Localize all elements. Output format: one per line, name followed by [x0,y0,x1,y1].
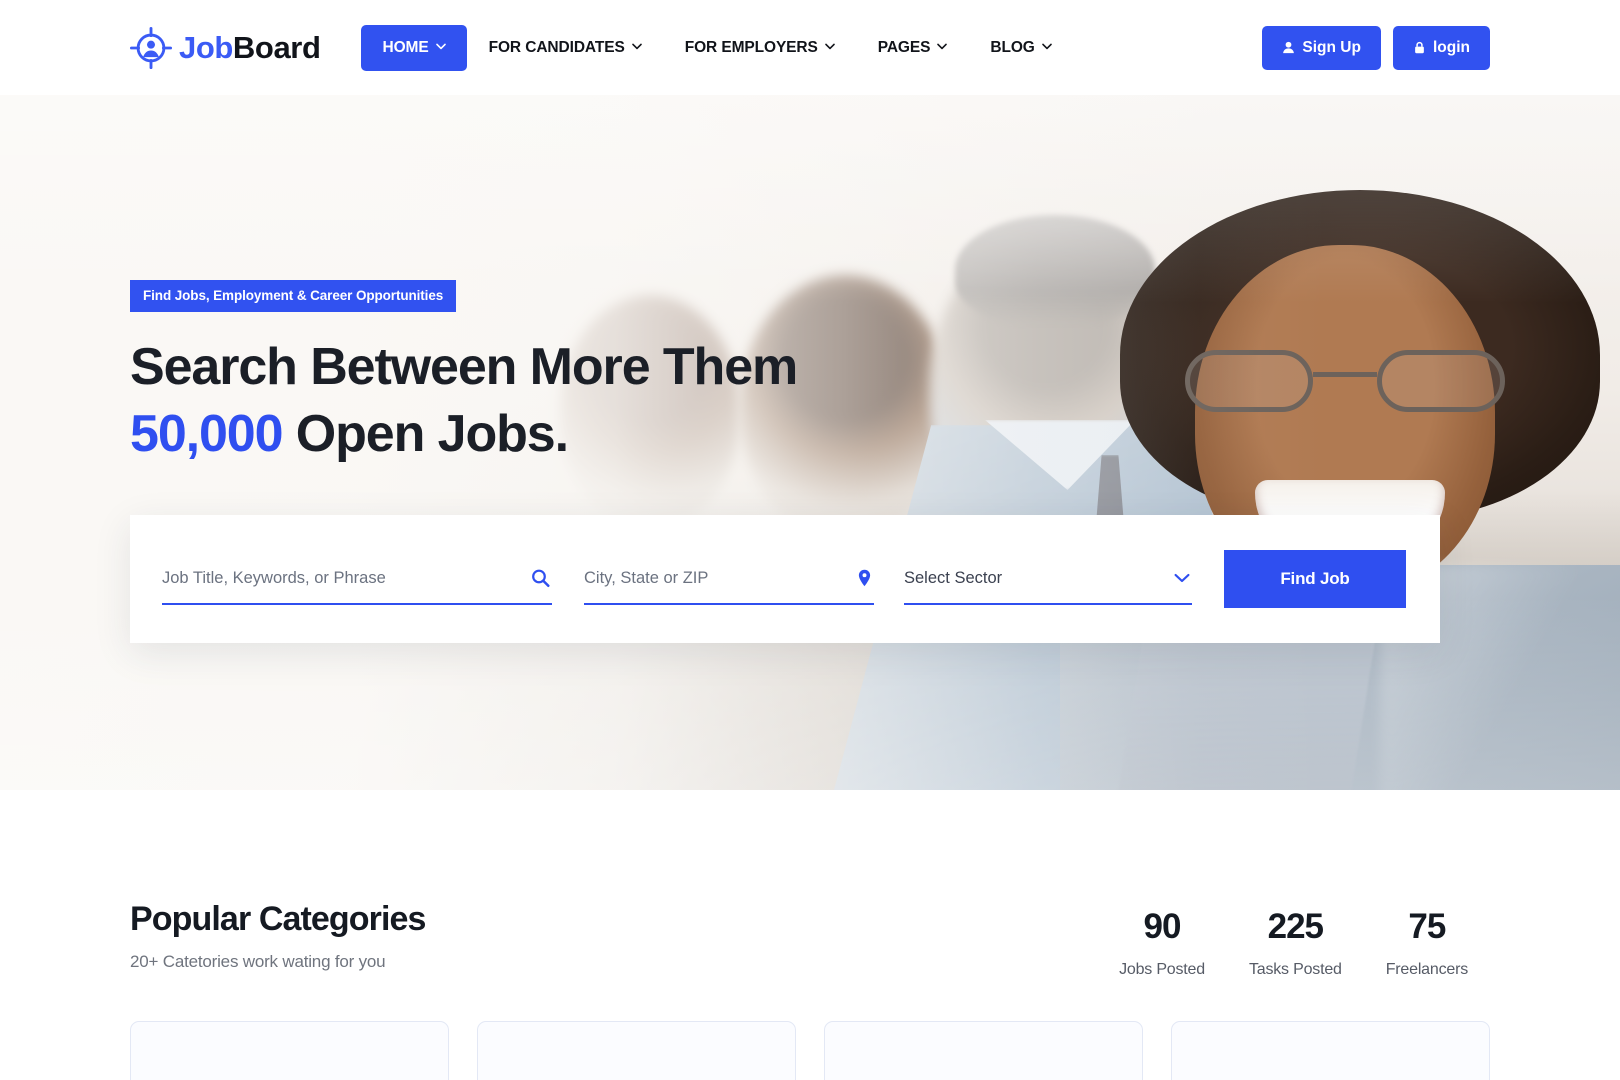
login-button[interactable]: login [1392,25,1490,70]
user-icon [1282,41,1295,54]
category-card[interactable] [1171,1020,1490,1080]
nav-item-label: PAGES [877,38,931,56]
site-header: JobBoard HOME FOR CANDIDATES FOR EMPLOYE… [0,0,1620,95]
location-input[interactable] [584,553,874,604]
keyword-field[interactable] [162,553,552,606]
sign-up-label: Sign Up [1302,38,1361,56]
hero-title-highlight: 50,000 [130,404,284,463]
stat-label: Jobs Posted [1119,960,1205,978]
stats-group: 90 Jobs Posted 225 Tasks Posted 75 Freel… [1097,900,1490,979]
popular-categories-section: Popular Categories 20+ Catetories work w… [0,790,1620,979]
brand-name-part2: Board [232,30,321,65]
categories-subtitle: 20+ Catetories work wating for you [130,952,386,971]
main-navigation: HOME FOR CANDIDATES FOR EMPLOYERS PAGES … [360,24,1073,71]
category-card-row [0,1020,1620,1080]
category-card[interactable] [130,1020,449,1080]
nav-item-for-candidates[interactable]: FOR CANDIDATES [467,25,663,71]
hero-title-line1: Search Between More Them [130,338,798,396]
chevron-down-icon [631,43,642,52]
location-field[interactable] [584,553,874,606]
sector-field[interactable]: Select Sector [904,553,1192,606]
hero-section: Find Jobs, Employment & Career Opportuni… [0,95,1620,790]
target-user-icon [130,26,172,69]
stat-number: 75 [1408,907,1446,946]
search-input[interactable] [162,553,552,604]
nav-item-label: HOME [382,38,429,56]
brand-name-part1: Job [179,30,233,65]
page-title: Popular Categories [130,900,426,938]
brand-name: JobBoard [179,32,321,63]
stat-tasks-posted: 225 Tasks Posted [1227,907,1364,979]
nav-item-home[interactable]: HOME [360,24,467,71]
chevron-down-icon [435,43,446,52]
find-job-button[interactable]: Find Job [1224,550,1406,609]
stat-freelancers: 75 Freelancers [1364,907,1490,979]
category-card[interactable] [477,1020,796,1080]
hero-title-line2-rest: Open Jobs. [282,404,569,463]
hero-badge: Find Jobs, Employment & Career Opportuni… [130,280,457,312]
nav-item-pages[interactable]: PAGES [856,25,969,71]
stat-jobs-posted: 90 Jobs Posted [1097,907,1227,979]
stat-number: 90 [1143,907,1182,946]
nav-item-blog[interactable]: BLOG [968,25,1072,71]
brand-logo[interactable]: JobBoard [130,26,321,69]
login-label: login [1432,38,1470,56]
job-search-bar: Select Sector Find Job [130,515,1440,644]
chevron-down-icon [824,43,835,52]
lock-icon [1413,41,1426,54]
nav-item-for-employers[interactable]: FOR EMPLOYERS [663,25,856,71]
auth-actions: Sign Up login [1262,25,1490,70]
nav-item-label: BLOG [990,38,1035,56]
chevron-down-icon [937,43,948,52]
nav-item-label: FOR CANDIDATES [488,38,625,56]
stat-label: Freelancers [1385,960,1468,978]
sign-up-button[interactable]: Sign Up [1262,25,1381,70]
category-card[interactable] [824,1020,1143,1080]
hero-title: Search Between More Them 50,000 Open Job… [130,334,1620,467]
stat-label: Tasks Posted [1248,960,1342,978]
sector-select[interactable]: Select Sector [904,553,1192,604]
stat-number: 225 [1267,907,1324,946]
nav-item-label: FOR EMPLOYERS [684,38,818,56]
chevron-down-icon [1041,43,1052,52]
